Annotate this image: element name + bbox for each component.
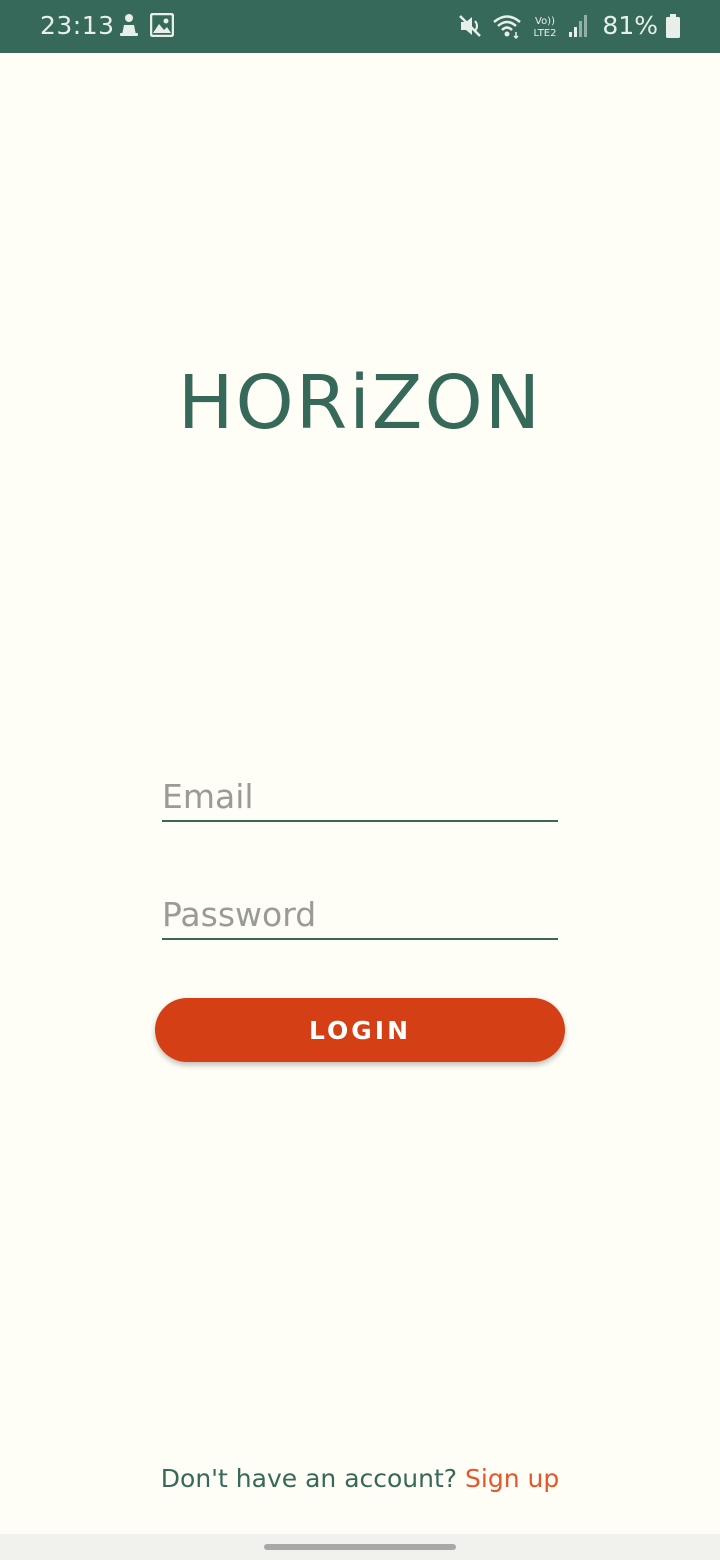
signup-row: Don't have an account? Sign up: [0, 1464, 720, 1493]
status-notification-icons: [118, 13, 174, 37]
mute-icon: [458, 13, 484, 39]
password-field-container: [162, 890, 558, 940]
password-field[interactable]: [162, 895, 558, 934]
battery-icon: [666, 13, 680, 38]
person-icon: [118, 13, 140, 37]
image-icon: [150, 13, 174, 37]
status-bar: 23:13 Vo)) LTE2 81%: [0, 0, 720, 53]
svg-text:LTE2: LTE2: [534, 28, 557, 39]
app-logo: HORiZON: [177, 360, 543, 446]
status-time: 23:13: [40, 11, 115, 40]
email-field[interactable]: [162, 777, 558, 816]
wifi-icon: [492, 13, 522, 39]
svg-text:Vo)): Vo)): [535, 16, 555, 27]
signup-prompt: Don't have an account?: [160, 1464, 466, 1493]
lte-icon: Vo)) LTE2: [530, 13, 560, 39]
login-button[interactable]: LOGIN: [155, 998, 565, 1062]
navigation-bar: [0, 1534, 720, 1560]
signal-icon: [568, 14, 588, 38]
status-system-icons: Vo)) LTE2 81%: [458, 11, 680, 40]
email-field-container: [162, 772, 558, 822]
login-screen: 23:13 Vo)) LTE2 81% HORiZON Email LOGIN …: [0, 0, 720, 1560]
signup-link[interactable]: Sign up: [465, 1464, 559, 1493]
home-gesture-handle[interactable]: [264, 1544, 456, 1550]
battery-percent: 81%: [602, 11, 658, 40]
